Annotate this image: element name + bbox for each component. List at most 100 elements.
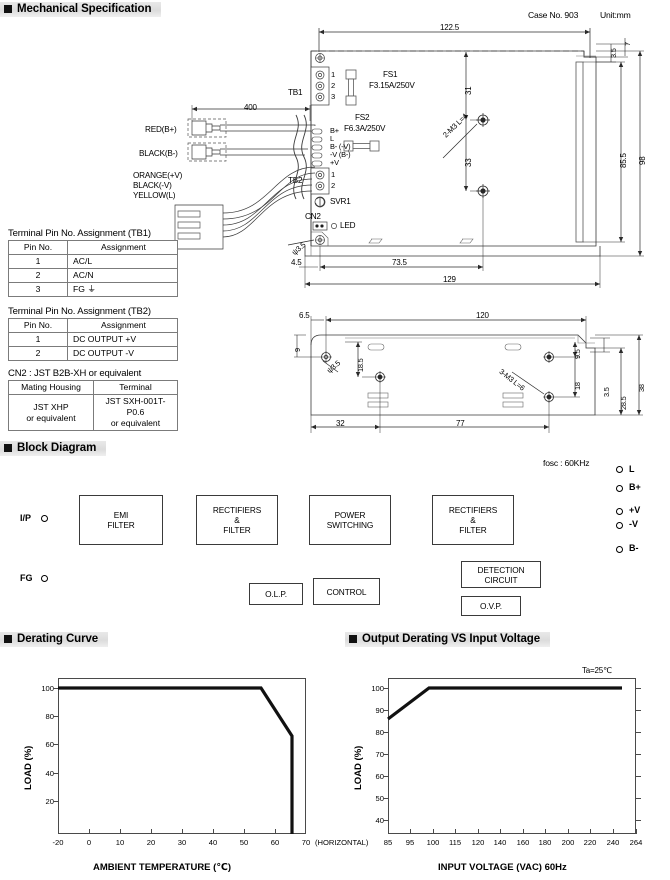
y-tick-40-right: 40 xyxy=(375,816,384,825)
y-axis-title-left: LOAD (%) xyxy=(23,745,34,790)
y-tick-100-right: 100 xyxy=(371,684,384,693)
y-tickmark-right xyxy=(636,754,641,755)
terminal-node-b-plus xyxy=(616,485,623,492)
dim-38: 38 xyxy=(637,384,646,392)
x-axis-title-left: AMBIENT TEMPERATURE (℃) xyxy=(93,862,231,873)
y-tickmark xyxy=(53,688,58,689)
section-title-output-derating: Output Derating VS Input Voltage xyxy=(362,633,541,645)
x-tickmark xyxy=(590,829,591,834)
dim-18: 18 xyxy=(573,382,582,390)
tb1-r2-pin: 3 xyxy=(8,282,68,297)
dim-7: 7 xyxy=(623,42,632,46)
y-tickmark-right xyxy=(636,710,641,711)
y-axis-title-right: LOAD (%) xyxy=(353,745,364,790)
x-tick-200: 200 xyxy=(561,838,575,847)
cn2-r0-housing: JST XHP or equivalent xyxy=(8,394,94,431)
dim-98: 98 xyxy=(638,156,647,166)
section-header-output-derating: Output Derating VS Input Voltage xyxy=(345,632,551,647)
y-tickmark xyxy=(383,688,388,689)
x-tick-50: 50 xyxy=(239,838,249,847)
x-tickmark xyxy=(58,829,59,834)
cn2-header-terminal: Terminal xyxy=(93,380,178,395)
tb2-r1-assignment: DC OUTPUT -V xyxy=(67,346,178,361)
bullet-icon xyxy=(349,635,357,643)
y-tickmark xyxy=(53,716,58,717)
y-tick-100-left: 100 xyxy=(41,684,54,693)
dim-122-5: 122.5 xyxy=(440,23,460,32)
x-tick-264: 264 xyxy=(629,838,643,847)
y-tick-20-left: 20 xyxy=(45,797,54,806)
output-label-plus-v: +V xyxy=(629,505,641,515)
x-tickmark xyxy=(568,829,569,834)
wire-label-yellow: YELLOW(L) xyxy=(133,191,176,200)
x-tickmark xyxy=(410,829,411,834)
cn2-table-title: CN2 : JST B2B-XH or equivalent xyxy=(8,368,142,379)
cn2-terminal-line1: JST SXH-001T-P0.6 xyxy=(105,396,166,417)
x-tickmark xyxy=(388,829,389,834)
terminal-node-b-minus xyxy=(616,546,623,553)
x-tick-70: 70 xyxy=(301,838,311,847)
x-tickmark xyxy=(120,829,121,834)
tb1-header-pin: Pin No. xyxy=(8,240,68,255)
x-tick-40: 40 xyxy=(208,838,218,847)
x-tick-0: 0 xyxy=(86,838,92,847)
tb2-table-title: Terminal Pin No. Assignment (TB2) xyxy=(8,306,151,317)
dim-120: 120 xyxy=(476,311,489,320)
table-row: 1 AC/L xyxy=(8,254,178,269)
terminal-node-l xyxy=(616,466,623,473)
x-tickmark xyxy=(455,829,456,834)
y-tickmark xyxy=(383,820,388,821)
derating-curve-series xyxy=(58,686,294,834)
x-tick-10: 10 xyxy=(115,838,125,847)
x-tick-240: 240 xyxy=(606,838,620,847)
horizontal-note: (HORIZONTAL) xyxy=(315,838,369,847)
y-tickmark xyxy=(383,754,388,755)
y-tickmark xyxy=(53,773,58,774)
y-tick-80-right: 80 xyxy=(375,728,384,737)
wire-label-black-v: BLACK(-V) xyxy=(133,181,172,190)
table-header-row: Pin No. Assignment xyxy=(8,318,178,333)
cn2-housing-line1: JST XHP xyxy=(33,401,69,412)
cn2-header-housing: Mating Housing xyxy=(8,380,94,395)
table-row: 3 FG ⏚ xyxy=(8,282,178,297)
x-tickmark xyxy=(213,829,214,834)
tb2-header-pin: Pin No. xyxy=(8,318,68,333)
cn2-terminal-line2: or equivalent xyxy=(110,418,161,428)
terminal-node-minus-v xyxy=(616,522,623,529)
dim-18-5: 18.5 xyxy=(356,358,365,372)
x-tickmark xyxy=(244,829,245,834)
tb2-r0-assignment: DC OUTPUT +V xyxy=(67,332,178,347)
output-label-b-minus: B- xyxy=(629,543,639,553)
tb1-pin-1: 1 xyxy=(331,70,336,79)
dim-31: 31 xyxy=(464,86,473,96)
section-title-derating-curve: Derating Curve xyxy=(17,633,99,645)
x-tick-minus20: -20 xyxy=(52,838,64,847)
block-diagram-wiring xyxy=(0,450,670,640)
dim-32: 32 xyxy=(336,419,345,428)
dim-3-5-top: 3.5 xyxy=(609,48,618,58)
x-tick-160: 160 xyxy=(516,838,530,847)
tb2-header-assignment: Assignment xyxy=(67,318,178,333)
dim-85-5: 85.5 xyxy=(619,153,628,168)
x-tick-115: 115 xyxy=(448,838,462,847)
x-tickmark xyxy=(478,829,479,834)
tb1-pin-2: 2 xyxy=(331,81,336,90)
tb1-r1-pin: 2 xyxy=(8,268,68,283)
y-tickmark xyxy=(383,732,388,733)
table-row: 1 DC OUTPUT +V xyxy=(8,332,178,347)
x-tickmark xyxy=(275,829,276,834)
x-tick-95: 95 xyxy=(405,838,415,847)
dim-28-5: 28.5 xyxy=(619,396,628,410)
wire-label-red: RED(B+) xyxy=(145,125,177,134)
x-tickmark xyxy=(500,829,501,834)
dim-9-5: 9.5 xyxy=(573,349,582,359)
y-tickmark xyxy=(383,710,388,711)
y-tickmark xyxy=(53,801,58,802)
tb1-r0-pin: 1 xyxy=(8,254,68,269)
table-header-row: Pin No. Assignment xyxy=(8,240,178,255)
cn2-r0-terminal: JST SXH-001T-P0.6 or equivalent xyxy=(93,394,178,431)
y-tickmark-right xyxy=(636,688,641,689)
y-tickmark xyxy=(383,776,388,777)
x-tickmark xyxy=(523,829,524,834)
table-row: JST XHP or equivalent JST SXH-001T-P0.6 … xyxy=(8,394,178,431)
